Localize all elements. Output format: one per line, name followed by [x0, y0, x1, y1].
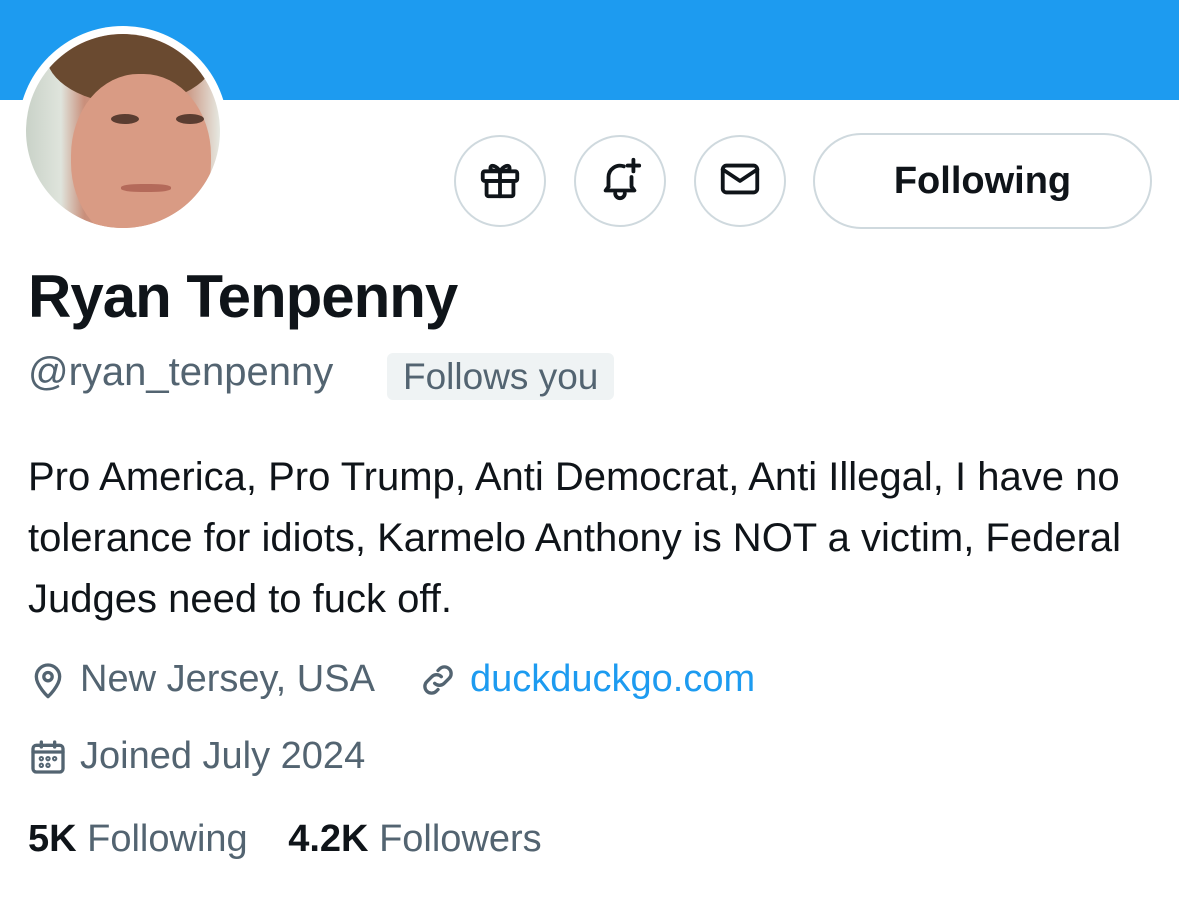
website-link[interactable]: duckduckgo.com [470, 658, 755, 701]
message-button[interactable] [694, 135, 786, 227]
link-icon [423, 664, 453, 695]
joined-text: Joined July 2024 [80, 735, 366, 777]
gift-button[interactable] [454, 135, 546, 227]
avatar-eye [111, 114, 139, 124]
follow-stats: 5K Following 4.2K Followers [28, 818, 542, 861]
avatar-mouth [121, 184, 171, 192]
following-stat[interactable]: 5K Following [28, 818, 248, 860]
followers-label: Followers [379, 818, 542, 860]
bio: Pro America, Pro Trump, Anti Democrat, A… [28, 455, 1122, 621]
joined-date: Joined July 2024 [28, 735, 365, 778]
following-count: 5K [28, 818, 77, 860]
gift-icon [477, 156, 523, 207]
notifications-button[interactable] [574, 135, 666, 227]
location-pin-icon [34, 662, 62, 698]
calendar-icon [31, 739, 65, 774]
following-label: Following [87, 818, 248, 860]
avatar-eye [176, 114, 204, 124]
avatar-face [71, 74, 211, 228]
following-button[interactable]: Following [813, 133, 1152, 229]
followers-stat[interactable]: 4.2K Followers [288, 818, 541, 860]
location: New Jersey, USA [28, 658, 375, 701]
followers-count: 4.2K [288, 818, 369, 860]
follows-you-badge: Follows you [387, 353, 615, 400]
display-name: Ryan Tenpenny [28, 263, 458, 330]
handle: @ryan_tenpenny [28, 350, 334, 394]
avatar[interactable] [26, 34, 220, 228]
envelope-icon [717, 156, 763, 207]
website[interactable]: duckduckgo.com [418, 658, 755, 701]
bell-plus-icon [597, 156, 643, 207]
location-text: New Jersey, USA [80, 658, 375, 700]
